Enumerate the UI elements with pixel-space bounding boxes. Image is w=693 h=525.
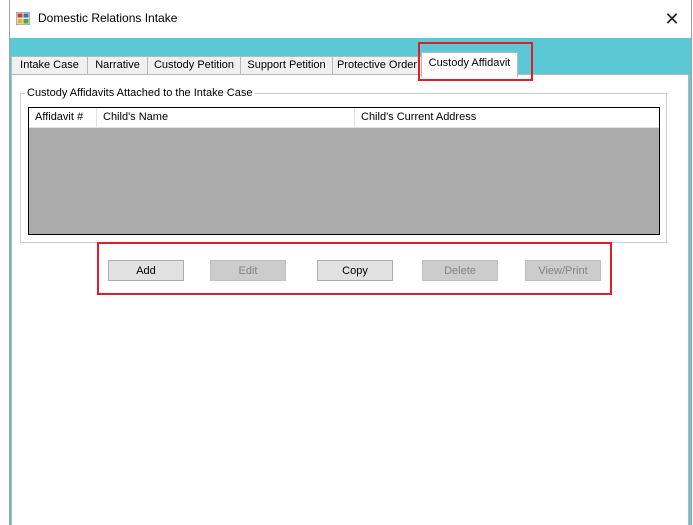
tab-support-petition[interactable]: Support Petition — [240, 56, 333, 75]
app-icon — [16, 12, 30, 25]
edit-button[interactable]: Edit — [210, 260, 286, 281]
tab-intake-case[interactable]: Intake Case — [11, 56, 88, 75]
column-affidavit-number[interactable]: Affidavit # — [29, 108, 97, 127]
title-bar: Domestic Relations Intake ✕ — [10, 0, 691, 38]
close-icon: ✕ — [664, 9, 680, 29]
groupbox-title: Custody Affidavits Attached to the Intak… — [25, 85, 255, 101]
tab-panel: Custody Affidavits Attached to the Intak… — [11, 74, 689, 525]
affidavits-grid[interactable]: Affidavit # Child's Name Child's Current… — [28, 107, 660, 235]
delete-button[interactable]: Delete — [422, 260, 498, 281]
add-button[interactable]: Add — [108, 260, 184, 281]
close-button[interactable]: ✕ — [657, 6, 687, 32]
tab-strip: Intake Case Narrative Custody Petition S… — [11, 52, 691, 77]
main-window: Domestic Relations Intake ✕ Intake Case … — [9, 0, 692, 525]
tab-protective-order[interactable]: Protective Order — [332, 56, 422, 75]
affidavits-groupbox: Custody Affidavits Attached to the Intak… — [20, 85, 667, 243]
column-child-name[interactable]: Child's Name — [97, 108, 355, 127]
grid-header: Affidavit # Child's Name Child's Current… — [29, 108, 659, 128]
client-area: Intake Case Narrative Custody Petition S… — [10, 38, 691, 525]
tab-narrative[interactable]: Narrative — [87, 56, 148, 75]
column-child-address[interactable]: Child's Current Address — [355, 108, 659, 127]
tab-custody-affidavit[interactable]: Custody Affidavit — [421, 52, 518, 77]
view-print-button[interactable]: View/Print — [525, 260, 601, 281]
copy-button[interactable]: Copy — [317, 260, 393, 281]
window-title: Domestic Relations Intake — [38, 11, 178, 25]
tab-custody-petition[interactable]: Custody Petition — [147, 56, 241, 75]
